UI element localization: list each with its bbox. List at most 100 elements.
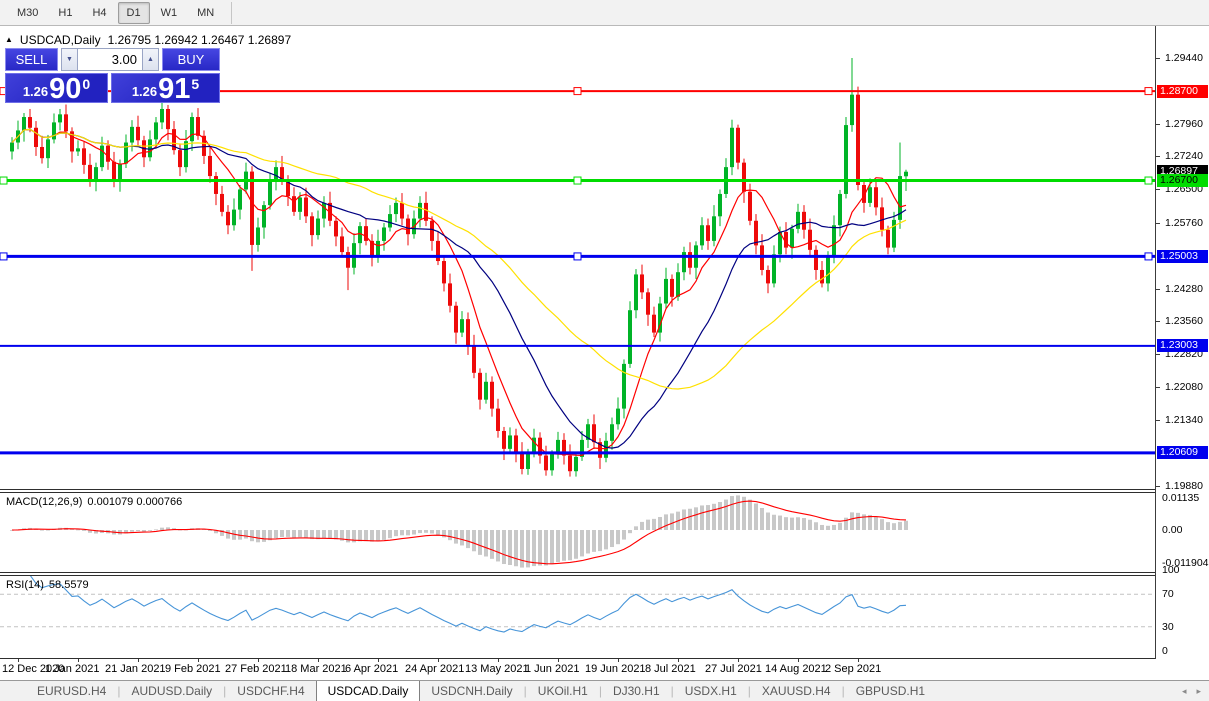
tab-eurusd-h4[interactable]: EURUSD.H4 xyxy=(26,681,117,701)
macd-histogram-bar xyxy=(346,530,350,543)
rsi-indicator-canvas[interactable] xyxy=(0,576,1155,658)
macd-histogram-bar xyxy=(538,530,542,566)
candle-body xyxy=(304,197,308,217)
timeframe-button-h4[interactable]: H4 xyxy=(83,2,115,24)
macd-histogram-bar xyxy=(874,516,878,530)
chart-tab-bar: EURUSD.H4 | AUDUSD.Daily | USDCHF.H4 USDCAD.D… xyxy=(0,680,1209,701)
sell-button[interactable]: SELL xyxy=(5,48,58,71)
timeframe-button-m30[interactable]: M30 xyxy=(8,2,47,24)
price-tick-mark xyxy=(1156,289,1160,290)
tab-usdcad-daily[interactable]: USDCAD.Daily xyxy=(315,681,421,701)
overlay-ma-mid xyxy=(11,128,907,449)
macd-histogram-bar xyxy=(400,530,404,536)
timeframe-button-mn[interactable]: MN xyxy=(188,2,223,24)
tab-scroll-left-icon[interactable]: ◂ xyxy=(1182,686,1187,697)
line-handle[interactable] xyxy=(1144,176,1153,185)
line-handle[interactable] xyxy=(573,176,582,185)
tab-ukoil-h1[interactable]: UKOil.H1 xyxy=(527,681,599,701)
macd-histogram-bar xyxy=(256,530,260,543)
chevron-up-icon: ▲ xyxy=(147,56,154,63)
tab-usdchf-h4[interactable]: USDCHF.H4 xyxy=(226,681,315,701)
sell-price-main: 90 xyxy=(49,73,82,105)
candle-body xyxy=(382,227,386,241)
candle-body xyxy=(268,181,272,206)
macd-histogram-bar xyxy=(154,529,158,531)
rsi-axis-label: 30 xyxy=(1162,621,1174,633)
candle-body xyxy=(592,424,596,443)
macd-histogram-bar xyxy=(856,512,860,530)
candle-body xyxy=(610,424,614,441)
timeframe-button-d1[interactable]: D1 xyxy=(117,1,150,24)
candle-body xyxy=(526,453,530,469)
date-tick-mark xyxy=(498,659,499,662)
date-tick-mark xyxy=(378,659,379,662)
lot-increase-button[interactable]: ▲ xyxy=(142,48,159,71)
macd-histogram-bar xyxy=(490,530,494,559)
macd-histogram-bar xyxy=(508,530,512,565)
candle-body xyxy=(700,225,704,246)
time-axis[interactable]: 12 Dec 2020 1 Jan 2021 21 Jan 2021 9 Feb 20… xyxy=(0,659,1155,680)
tab-dj30-h1[interactable]: DJ30.H1 xyxy=(602,681,671,701)
macd-histogram-bar xyxy=(274,530,278,539)
buy-price-tile[interactable]: 1.26 91 5 xyxy=(111,73,220,104)
macd-histogram-bar xyxy=(736,495,740,530)
candle-body xyxy=(406,218,410,235)
lot-decrease-button[interactable]: ▼ xyxy=(61,48,78,71)
candle-body xyxy=(112,161,116,181)
tab-usdcnh-daily[interactable]: USDCNH.Daily xyxy=(420,681,523,701)
date-tick-mark xyxy=(18,659,19,662)
line-handle[interactable] xyxy=(1144,252,1153,261)
candle-body xyxy=(508,435,512,449)
macd-histogram-bar xyxy=(130,530,134,532)
tab-usdx-h1[interactable]: USDX.H1 xyxy=(674,681,748,701)
candle-body xyxy=(262,205,266,228)
candle-body xyxy=(886,229,890,248)
candle-body xyxy=(322,202,326,219)
candle-body xyxy=(892,219,896,248)
timeframe-button-h1[interactable]: H1 xyxy=(49,2,81,24)
line-handle[interactable] xyxy=(1144,87,1153,96)
timeframe-button-w1[interactable]: W1 xyxy=(152,2,187,24)
sell-price-tile[interactable]: 1.26 90 0 xyxy=(5,73,108,105)
date-label: 18 Mar 2021 xyxy=(285,663,347,675)
line-handle[interactable] xyxy=(0,252,8,261)
macd-histogram-bar xyxy=(886,522,890,530)
candle-body xyxy=(652,314,656,333)
candle-body xyxy=(718,193,722,217)
date-tick-mark xyxy=(318,659,319,662)
candle-body xyxy=(766,269,770,284)
line-handle[interactable] xyxy=(573,252,582,261)
candle-body xyxy=(502,430,506,449)
timeframe-toolbar: M30 H1 H4 D1 W1 MN xyxy=(0,0,1209,26)
tab-scroll-right-icon[interactable]: ▸ xyxy=(1196,686,1201,697)
macd-histogram-bar xyxy=(580,530,584,557)
macd-histogram-bar xyxy=(688,508,692,530)
candle-wick xyxy=(77,140,79,156)
tab-audusd-daily[interactable]: AUDUSD.Daily xyxy=(120,681,223,701)
line-handle[interactable] xyxy=(0,176,8,185)
rsi-axis-label: 100 xyxy=(1162,564,1180,576)
lot-size-input[interactable]: 3.00 xyxy=(78,48,142,71)
chevron-down-icon: ▼ xyxy=(66,56,73,63)
macd-histogram-bar xyxy=(616,530,620,545)
line-handle[interactable] xyxy=(573,87,582,96)
price-tick-mark xyxy=(1156,354,1160,355)
panel-divider[interactable] xyxy=(0,572,1209,573)
candle-body xyxy=(154,122,158,140)
panel-divider[interactable] xyxy=(0,489,1209,490)
price-axis[interactable]: 1.29440 1.27960 1.27240 1.26500 1.25760 1.242… xyxy=(1155,26,1209,659)
candle-body xyxy=(220,193,224,212)
buy-price-pip: 5 xyxy=(191,76,200,92)
candle-body xyxy=(814,249,818,270)
buy-button[interactable]: BUY xyxy=(162,48,220,71)
macd-histogram-bar xyxy=(904,520,908,530)
macd-histogram-bar xyxy=(544,530,548,566)
tab-gbpusd-h1[interactable]: GBPUSD.H1 xyxy=(845,681,936,701)
tab-xauusd-h4[interactable]: XAUUSD.H4 xyxy=(751,681,842,701)
candle-body xyxy=(664,278,668,304)
toolbar-divider xyxy=(231,1,233,24)
candle-body xyxy=(880,207,884,230)
macd-values: 0.001079 0.000766 xyxy=(87,496,183,508)
macd-histogram-bar xyxy=(376,530,380,542)
price-badge: 1.20609 xyxy=(1157,446,1208,459)
